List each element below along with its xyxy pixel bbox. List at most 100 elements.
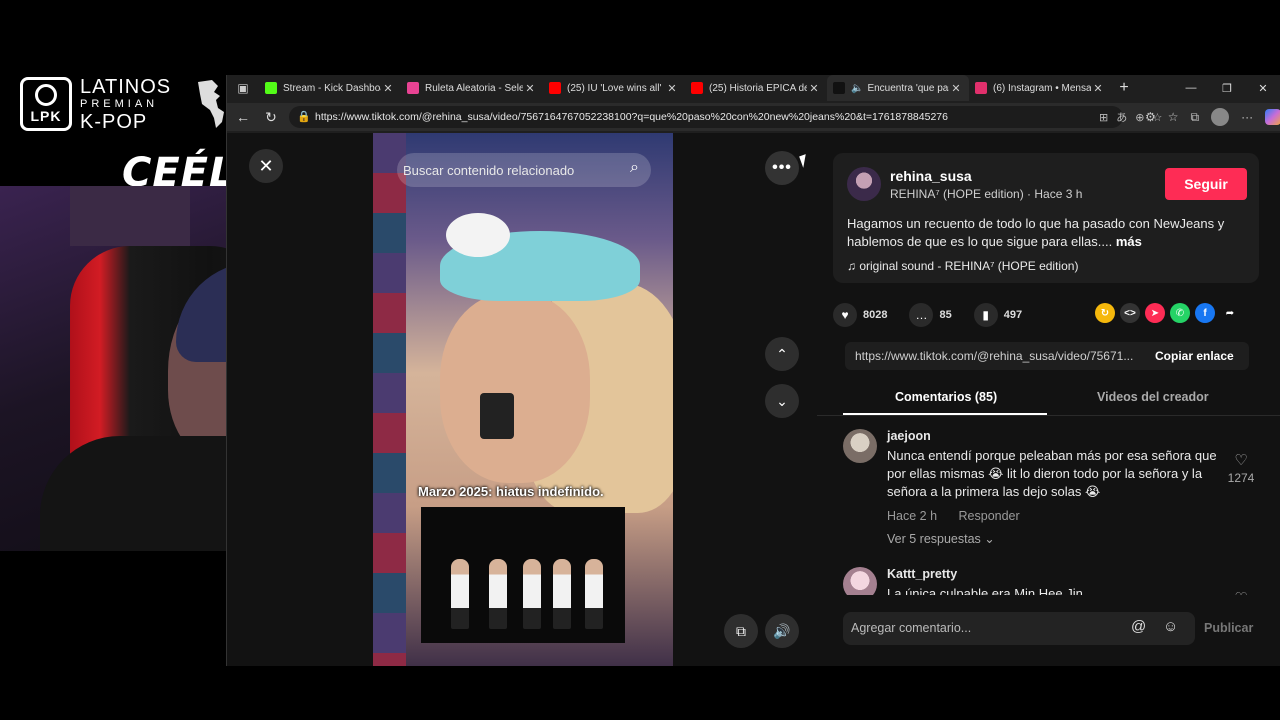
inset-person bbox=[553, 559, 571, 629]
author-username[interactable]: rehina_susa bbox=[890, 168, 972, 184]
view-replies-label: Ver 5 respuestas bbox=[887, 532, 981, 546]
like-action[interactable]: ♥ 8028 bbox=[833, 303, 887, 327]
heart-outline-icon[interactable]: ♡ bbox=[1221, 589, 1261, 595]
browser-tab[interactable]: Ruleta Aleatoria - Seleccio✕ bbox=[401, 75, 543, 101]
sound-label: original sound - REHINA⁷ (HOPE edition) bbox=[859, 259, 1079, 273]
follow-button[interactable]: Seguir bbox=[1165, 168, 1247, 200]
copilot-icon[interactable] bbox=[1265, 109, 1280, 125]
tiktok-icon bbox=[833, 82, 845, 94]
close-tab-icon[interactable]: ✕ bbox=[523, 82, 537, 95]
restore-icon[interactable]: ❐ bbox=[1209, 82, 1245, 95]
comment-like[interactable]: ♡ bbox=[1221, 589, 1261, 595]
app-available-icon[interactable]: ⊞ bbox=[1099, 111, 1108, 124]
collections-icon[interactable]: ⧉ bbox=[1191, 110, 1200, 125]
tab-title: Stream - Kick Dashboard bbox=[283, 82, 381, 94]
share-arrow-icon[interactable]: ➦ bbox=[1220, 303, 1240, 323]
translate-icon[interactable]: あ bbox=[1116, 109, 1127, 125]
video-plush-toy bbox=[446, 213, 510, 257]
video-description: Hagamos un recuento de todo lo que ha pa… bbox=[847, 215, 1252, 251]
send-icon[interactable]: ➤ bbox=[1145, 303, 1165, 323]
close-tab-icon[interactable]: ✕ bbox=[665, 82, 679, 95]
screen: LPK LATINOS PREMIAN K-POP CEÉLE NY ▣ Str… bbox=[0, 0, 1280, 720]
save-action[interactable]: ▮ 497 bbox=[973, 303, 1023, 327]
browser-tab[interactable]: Stream - Kick Dashboard✕ bbox=[259, 75, 401, 101]
view-replies-button[interactable]: Ver 5 respuestas ⌄ bbox=[887, 531, 995, 546]
back-icon[interactable]: ← bbox=[229, 109, 257, 125]
floating-player-icon[interactable]: ⧉ bbox=[724, 614, 758, 648]
commenter-avatar[interactable] bbox=[843, 429, 877, 463]
comment-like[interactable]: ♡ 1274 bbox=[1221, 451, 1261, 485]
repost-icon[interactable]: ↻ bbox=[1095, 303, 1115, 323]
comment-action[interactable]: … 85 bbox=[909, 303, 952, 327]
close-video-icon[interactable]: ✕ bbox=[249, 149, 283, 183]
brand-line-1: LATINOS bbox=[80, 75, 172, 98]
save-count: 497 bbox=[1003, 309, 1023, 321]
tab-actions-icon[interactable]: ▣ bbox=[227, 75, 259, 101]
tab-audio-icon[interactable]: 🔈 bbox=[851, 83, 863, 94]
video-player[interactable]: Marzo 2025: hiatus indefinido. bbox=[373, 133, 673, 666]
comment-input[interactable]: Agregar comentario... @ ☺ bbox=[843, 612, 1195, 645]
minimize-icon[interactable]: — bbox=[1173, 82, 1209, 94]
heart-icon[interactable]: ♥ bbox=[833, 303, 857, 327]
action-bar: ♥ 8028 … 85 ▮ 497 ↻ <> ➤ ✆ f ➦ bbox=[833, 303, 1259, 327]
sound-link[interactable]: ♫ original sound - REHINA⁷ (HOPE edition… bbox=[847, 259, 1078, 273]
active-tab-indicator bbox=[843, 413, 1047, 415]
url-field[interactable]: 🔒 https://www.tiktok.com/@rehina_susa/vi… bbox=[289, 106, 1162, 128]
comment-icon[interactable]: … bbox=[909, 303, 934, 327]
commenter-username[interactable]: jaejoon bbox=[887, 429, 931, 443]
video-background-blur bbox=[373, 133, 406, 666]
tab-title: (6) Instagram • Mensajes bbox=[993, 82, 1091, 94]
volume-icon[interactable]: 🔊 bbox=[765, 614, 799, 648]
description-more-link[interactable]: más bbox=[1116, 234, 1142, 249]
refresh-icon[interactable]: ↻ bbox=[257, 109, 285, 126]
close-tab-icon[interactable]: ✕ bbox=[381, 82, 395, 95]
browser-tab[interactable]: (25) Historia EPICA del ✕ bbox=[685, 75, 827, 101]
commenter-username[interactable]: Kattt_pretty bbox=[887, 567, 957, 581]
next-video-icon[interactable]: ⌄ bbox=[765, 384, 799, 418]
embed-icon[interactable]: <> bbox=[1120, 303, 1140, 323]
youtube-icon bbox=[549, 82, 561, 94]
author-card: rehina_susa REHINA⁷ (HOPE edition) · Hac… bbox=[833, 153, 1259, 283]
tab-creator-videos[interactable]: Videos del creador bbox=[1097, 390, 1209, 404]
description-text: Hagamos un recuento de todo lo que ha pa… bbox=[847, 216, 1225, 249]
publish-button[interactable]: Publicar bbox=[1204, 621, 1253, 635]
close-tab-icon[interactable]: ✕ bbox=[1091, 82, 1105, 95]
heart-outline-icon[interactable]: ♡ bbox=[1221, 451, 1261, 469]
author-avatar[interactable] bbox=[847, 167, 881, 201]
new-tab-button[interactable]: + bbox=[1111, 79, 1137, 97]
favorites-icon[interactable]: ☆ bbox=[1168, 110, 1179, 124]
close-tab-icon[interactable]: ✕ bbox=[807, 82, 821, 95]
whatsapp-icon[interactable]: ✆ bbox=[1170, 303, 1190, 323]
comment-list: jaejoon Nunca entendí porque peleaban má… bbox=[817, 429, 1280, 595]
brand-text: LATINOS PREMIAN K-POP bbox=[80, 77, 171, 132]
zoom-icon[interactable]: ⊕ bbox=[1135, 111, 1144, 124]
close-tab-icon[interactable]: ✕ bbox=[949, 82, 963, 95]
lpk-logo-text: LPK bbox=[30, 108, 62, 124]
search-icon[interactable]: ⌕ bbox=[630, 159, 639, 177]
commenter-avatar[interactable] bbox=[843, 567, 877, 595]
tab-comments[interactable]: Comentarios (85) bbox=[895, 390, 997, 404]
more-options-icon[interactable]: ••• bbox=[765, 151, 799, 185]
close-window-icon[interactable]: ✕ bbox=[1245, 82, 1280, 95]
bookmark-icon[interactable]: ▮ bbox=[973, 303, 998, 327]
profile-avatar[interactable] bbox=[1211, 108, 1230, 126]
copy-link-button[interactable]: Copiar enlace bbox=[1155, 349, 1234, 363]
toolbar-icons: ⚙ ☆ ⧉ ··· bbox=[1145, 106, 1280, 128]
browser-tab[interactable]: (25) IU 'Love wins all' MV✕ bbox=[543, 75, 685, 101]
settings-more-icon[interactable]: ··· bbox=[1241, 110, 1253, 124]
search-placeholder: Buscar contenido relacionado bbox=[403, 162, 575, 178]
extensions-icon[interactable]: ⚙ bbox=[1145, 110, 1156, 124]
vinyl-icon bbox=[35, 84, 57, 106]
emoji-icon[interactable]: ☺ bbox=[1163, 618, 1178, 635]
mention-icon[interactable]: @ bbox=[1131, 618, 1146, 635]
browser-tab[interactable]: (6) Instagram • Mensajes✕ bbox=[969, 75, 1111, 101]
previous-video-icon[interactable]: ⌃ bbox=[765, 337, 799, 371]
facebook-icon[interactable]: f bbox=[1195, 303, 1215, 323]
related-search-input[interactable]: Buscar contenido relacionado ⌕ bbox=[397, 153, 651, 187]
video-inset-clip bbox=[421, 507, 625, 643]
reply-button[interactable]: Responder bbox=[959, 509, 1020, 523]
share-link-url[interactable]: https://www.tiktok.com/@rehina_susa/vide… bbox=[855, 349, 1143, 363]
share-link-box: https://www.tiktok.com/@rehina_susa/vide… bbox=[845, 342, 1249, 370]
browser-tab[interactable]: 🔈 Encuentra 'que paso✕ bbox=[827, 75, 969, 101]
kick-icon bbox=[265, 82, 277, 94]
